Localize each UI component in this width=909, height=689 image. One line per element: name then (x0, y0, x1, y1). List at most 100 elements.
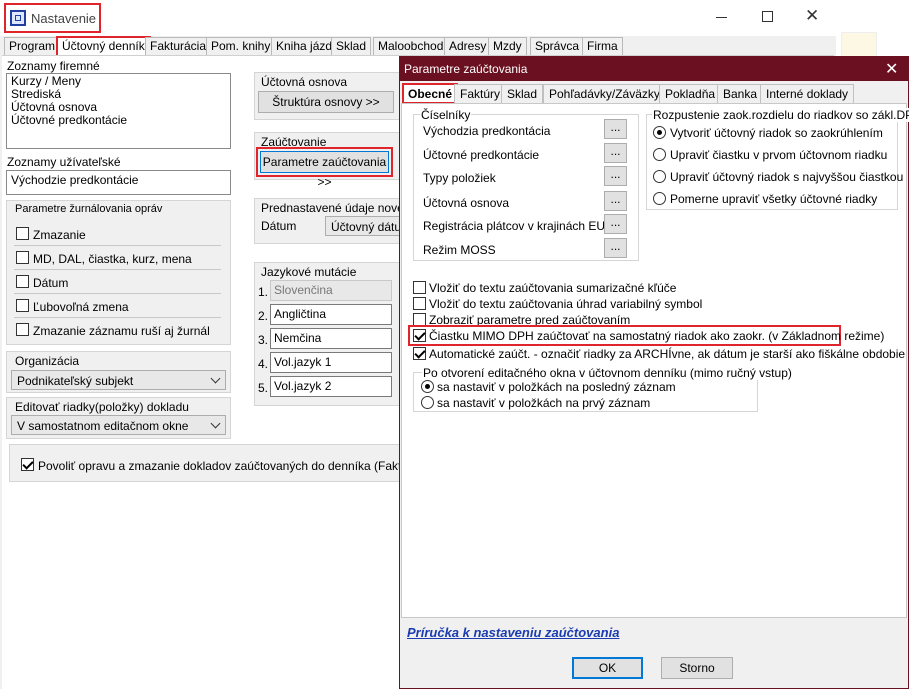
language-3-input[interactable]: Nemčina (270, 328, 392, 349)
divider (14, 293, 221, 294)
window-title: Nastavenie (31, 11, 97, 26)
register-label: Účtovná osnova (423, 196, 510, 210)
chevron-down-icon (210, 418, 221, 429)
cancel-button[interactable]: Storno (661, 657, 733, 679)
tab-interne-doklady[interactable]: Interné doklady (760, 84, 855, 104)
date-value: Účtovný dátum (331, 220, 399, 234)
preset-label: Prednastavené údaje nového (261, 201, 418, 215)
ok-button[interactable]: OK (572, 657, 643, 679)
chevron-down-icon (210, 373, 221, 384)
date-label: Dátum (261, 219, 297, 233)
language-number: 4. (258, 357, 269, 371)
tab-pokladna[interactable]: Pokladňa (659, 84, 722, 104)
close-icon[interactable]: ✕ (885, 59, 898, 79)
company-lists-listbox[interactable]: Kurzy / Meny Strediská Účtovná osnova Úč… (6, 73, 231, 149)
edit-rows-value: V samostatnom editačnom okne (17, 419, 189, 433)
organization-label: Organizácia (15, 354, 80, 368)
divider (14, 245, 221, 246)
tab-adresy[interactable]: Adresy (444, 37, 492, 56)
checkbox-md-dal[interactable] (16, 251, 29, 264)
language-4-input[interactable]: Vol.jazyk 1 (270, 352, 392, 373)
register-osnova-button[interactable]: ... (604, 191, 627, 211)
registers-label: Číselníky (420, 108, 472, 122)
chart-structure-button[interactable]: Štruktúra osnovy >> (258, 91, 394, 113)
company-lists-label: Zoznamy firemné (7, 59, 100, 73)
edit-rows-label: Editovať riadky(položky) dokladu (15, 400, 189, 414)
journal-option-label: Dátum (33, 276, 69, 290)
tab-obecne[interactable]: Obecné (402, 83, 459, 104)
tab-kniha-jazd[interactable]: Kniha jázd (271, 37, 338, 56)
language-5-input[interactable]: Vol.jazyk 2 (270, 376, 392, 397)
tab-sklad[interactable]: Sklad (501, 84, 544, 104)
tab-spravca[interactable]: Správca (530, 37, 585, 56)
vat-option-radio[interactable] (653, 126, 666, 139)
vat-option-label: Vytvoriť účtovný riadok so zaokrúhlením (670, 126, 883, 140)
checkbox-variabilny-symbol[interactable] (413, 297, 426, 310)
tab-banka[interactable]: Banka (717, 84, 764, 104)
checkbox-lubovolna-zmena[interactable] (16, 299, 29, 312)
tab-sklad[interactable]: Sklad (331, 37, 372, 56)
checkbox-mimo-dph[interactable] (413, 329, 426, 342)
allow-edit-group: Povoliť opravu a zmazanie dokladov zaúčt… (9, 444, 401, 482)
date-select[interactable]: Účtovný dátum (325, 216, 400, 236)
minimize-icon[interactable] (716, 17, 727, 18)
tab-uctovny-dennik[interactable]: Účtovný denník (56, 36, 151, 57)
checkbox-label: Čiastku MIMO DPH zaúčtovať na samostatný… (429, 329, 885, 343)
dialog-title: Parametre zaúčtovania (404, 62, 528, 76)
language-number: 3. (258, 333, 269, 347)
tab-pom-knihy[interactable]: Pom. knihy (206, 37, 276, 56)
journal-option-label: Zmazanie záznamu ruší aj žurnál (33, 324, 210, 338)
open-option-last-radio[interactable] (421, 380, 434, 393)
open-option-first-radio[interactable] (421, 396, 434, 409)
maximize-icon[interactable] (762, 11, 773, 22)
dialog-title-bar: Parametre zaúčtovania ✕ (400, 57, 908, 81)
list-item[interactable]: Východzie predkontácie (7, 171, 230, 189)
allow-edit-checkbox[interactable] (21, 458, 34, 471)
tab-maloobchod[interactable]: Maloobchod (373, 37, 449, 56)
register-vychodzia-button[interactable]: ... (604, 119, 627, 139)
tab-fakturacia[interactable]: Fakturácia (145, 37, 212, 56)
tab-mzdy[interactable]: Mzdy (488, 37, 527, 56)
register-label: Registrácia plátcov v krajinách EU (423, 219, 606, 233)
posting-parameters-button[interactable]: Parametre zaúčtovania >> (260, 151, 389, 189)
journal-option-label: MD, DAL, čiastka, kurz, mena (33, 252, 192, 266)
organization-select[interactable]: Podnikateľský subjekt (11, 370, 226, 390)
register-eu-button[interactable]: ... (604, 214, 627, 234)
register-predkontacie-button[interactable]: ... (604, 143, 627, 163)
journal-option-label: Zmazanie (33, 228, 86, 242)
checkbox-zmazanie-zurnal[interactable] (16, 323, 29, 336)
close-icon[interactable]: ✕ (805, 7, 819, 24)
language-number: 1. (258, 285, 269, 299)
language-1-input[interactable]: Slovenčina (270, 280, 392, 301)
help-link[interactable]: Príručka k nastaveniu zaúčtovania (407, 625, 619, 640)
vat-option-radio[interactable] (653, 192, 666, 205)
journal-option-label: Ľubovoľná zmena (33, 300, 129, 314)
checkbox-zmazanie[interactable] (16, 227, 29, 240)
register-typy-button[interactable]: ... (604, 166, 627, 186)
checkbox-archivne[interactable] (413, 347, 426, 360)
user-lists-label: Zoznamy užívateľské (7, 155, 121, 169)
tab-faktury[interactable]: Faktúry (454, 84, 507, 104)
vat-option-label: Pomerne upraviť všetky účtovné riadky (670, 192, 878, 206)
register-label: Režim MOSS (423, 243, 496, 257)
tab-program[interactable]: Program (4, 37, 61, 56)
checkbox-datum[interactable] (16, 275, 29, 288)
checkbox-label: Vložiť do textu zaúčtovania úhrad variab… (429, 297, 703, 311)
open-options-label: Po otvorení editačného okna v účtovnom d… (422, 366, 793, 380)
allow-edit-label: Povoliť opravu a zmazanie dokladov zaúčt… (38, 459, 400, 473)
background-notice (841, 32, 877, 57)
language-2-input[interactable]: Angličtina (270, 304, 392, 325)
vat-option-radio[interactable] (653, 170, 666, 183)
vat-option-label: Upraviť účtovný riadok s najvyššou čiast… (670, 170, 904, 184)
checkbox-sumarizacne-kluce[interactable] (413, 281, 426, 294)
user-lists-listbox[interactable]: Východzie predkontácie (6, 170, 231, 195)
divider (14, 317, 221, 318)
tab-pohladavky[interactable]: Pohľadávky/Záväzky (543, 84, 666, 104)
edit-rows-select[interactable]: V samostatnom editačnom okne (11, 415, 226, 435)
tab-firma[interactable]: Firma (582, 37, 623, 56)
register-moss-button[interactable]: ... (604, 238, 627, 258)
open-option-label: sa nastaviť v položkách na posledný zázn… (437, 380, 676, 394)
list-item[interactable]: Účtovné predkontácie (11, 114, 226, 127)
vat-option-radio[interactable] (653, 148, 666, 161)
checkbox-label: Automatické zaúčt. - označiť riadky za A… (429, 347, 906, 361)
